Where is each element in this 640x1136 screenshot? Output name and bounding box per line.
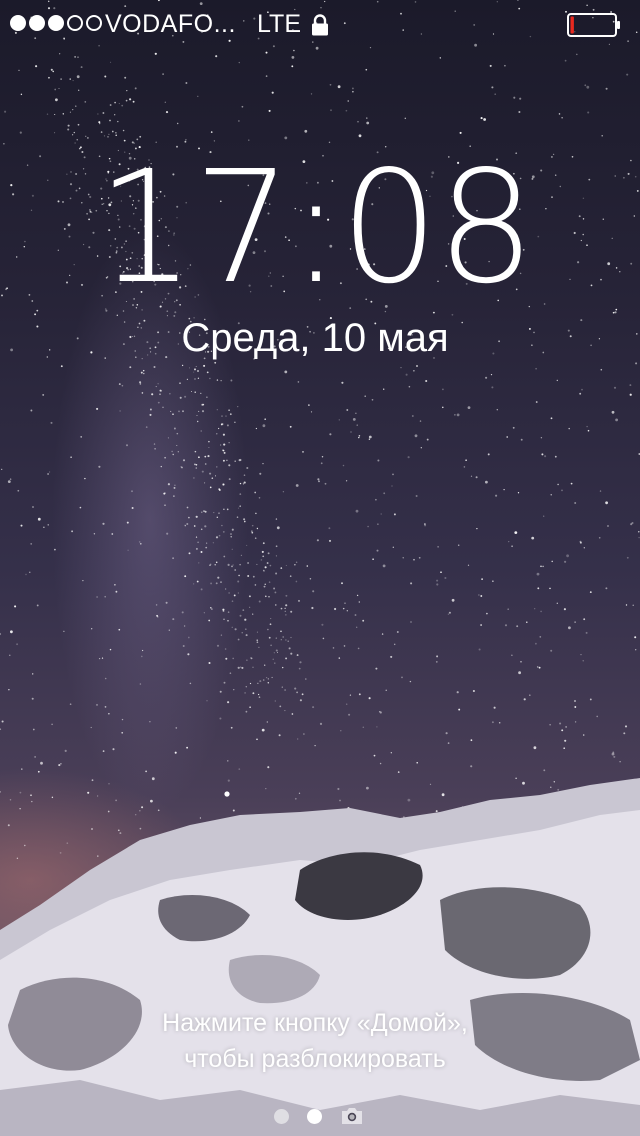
- page-indicator: [272, 1104, 372, 1128]
- status-bar: VODAFO... LTE: [0, 0, 640, 48]
- lock-screen-clock: 17:08: [96, 137, 536, 318]
- signal-dot: [86, 15, 102, 31]
- camera-icon[interactable]: [340, 1106, 364, 1126]
- battery-icon: [567, 13, 620, 37]
- signal-dot: [29, 15, 45, 31]
- battery-level-fill: [570, 16, 574, 34]
- page-dot-lock-screen[interactable]: [307, 1109, 322, 1124]
- lock-screen-date: Среда, 10 мая: [181, 316, 449, 360]
- network-type: LTE: [257, 10, 301, 38]
- signal-strength-indicator: [10, 15, 102, 31]
- unlock-prompt-line-1: Нажмите кнопку «Домой»,: [162, 1009, 468, 1037]
- signal-dot: [67, 15, 83, 31]
- carrier-name: VODAFO...: [105, 10, 236, 38]
- signal-dot: [10, 15, 26, 31]
- lock-screen: VODAFO... LTE 17:08 Среда, 10 мая Нажмит…: [0, 0, 640, 1136]
- unlock-prompt-line-2: чтобы разблокировать: [184, 1045, 446, 1073]
- signal-dot: [48, 15, 64, 31]
- lock-icon: [312, 14, 328, 36]
- page-dot-notifications[interactable]: [274, 1109, 289, 1124]
- unlock-prompt: Нажмите кнопку «Домой», чтобы разблокиро…: [0, 1005, 630, 1077]
